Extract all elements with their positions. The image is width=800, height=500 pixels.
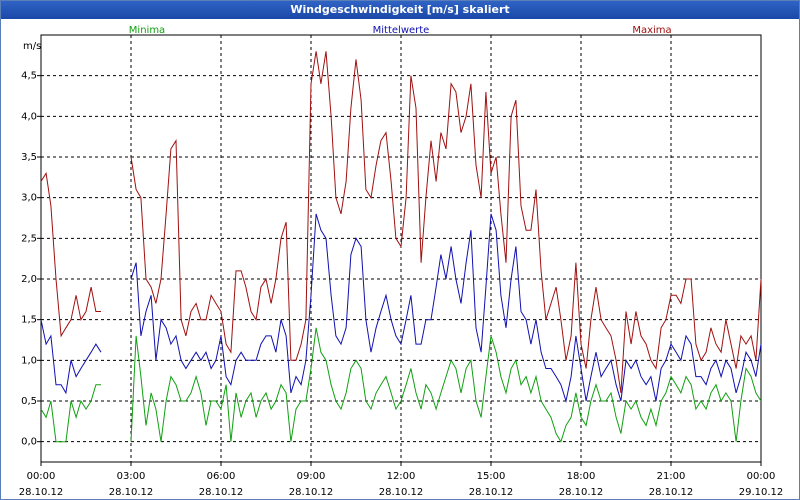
- y-tick-label: 2,5: [21, 233, 37, 244]
- x-tick-time-label: 09:00: [297, 471, 326, 482]
- x-tick-date-label: 28.10.12: [109, 487, 154, 498]
- legend-maxima: Maxima: [632, 25, 671, 36]
- legend: Maxima Mittelwerte Minima: [129, 25, 672, 36]
- y-tick-label: 4,0: [21, 111, 37, 122]
- x-tick-time-label: 03:00: [117, 471, 146, 482]
- x-tick-date-label: 28.10.12: [469, 487, 514, 498]
- x-tick-date-label: 28.10.12: [559, 487, 604, 498]
- x-tick-date-label: 29.10.12: [739, 487, 784, 498]
- y-axis-ticks: 0,0 0,5 1,0 1,5 2,0 2,5 3,0 3,5 4,0 4,5: [21, 71, 41, 448]
- x-tick-date-label: 28.10.12: [649, 487, 694, 498]
- x-tick-time-label: 06:00: [207, 471, 236, 482]
- x-tick-date-label: 28.10.12: [379, 487, 424, 498]
- x-tick-date-label: 28.10.12: [19, 487, 64, 498]
- x-tick-time-label: 15:00: [477, 471, 506, 482]
- y-tick-label: 0,0: [21, 437, 37, 448]
- y-axis-label: m/s: [23, 41, 41, 52]
- x-axis-ticks: 00:00 28.10.12 03:00 28.10.12 06:00 28.10.12 0…: [19, 462, 784, 498]
- x-tick-time-label: 00:00: [27, 471, 56, 482]
- x-tick-time-label: 21:00: [657, 471, 686, 482]
- x-tick-date-label: 28.10.12: [199, 487, 244, 498]
- x-tick-date-label: 28.10.12: [289, 487, 334, 498]
- y-tick-label: 1,5: [21, 315, 37, 326]
- y-tick-label: 3,0: [21, 193, 37, 204]
- y-tick-label: 4,5: [21, 71, 37, 82]
- y-tick-label: 3,5: [21, 152, 37, 163]
- x-tick-time-label: 18:00: [567, 471, 596, 482]
- chart-window: Windgeschwindigkeit [m/s] skaliert 0,0 0,…: [0, 0, 800, 500]
- x-tick-time-label: 12:00: [387, 471, 416, 482]
- y-tick-label: 2,0: [21, 274, 37, 285]
- y-tick-label: 1,0: [21, 355, 37, 366]
- x-tick-time-label: 00:00: [747, 471, 776, 482]
- wind-speed-chart: 0,0 0,5 1,0 1,5 2,0 2,5 3,0 3,5 4,0 4,5 00:00 28.1…: [19, 25, 784, 498]
- legend-mittelwerte: Mittelwerte: [373, 25, 430, 36]
- legend-minima: Minima: [129, 25, 165, 36]
- y-tick-label: 0,5: [21, 396, 37, 407]
